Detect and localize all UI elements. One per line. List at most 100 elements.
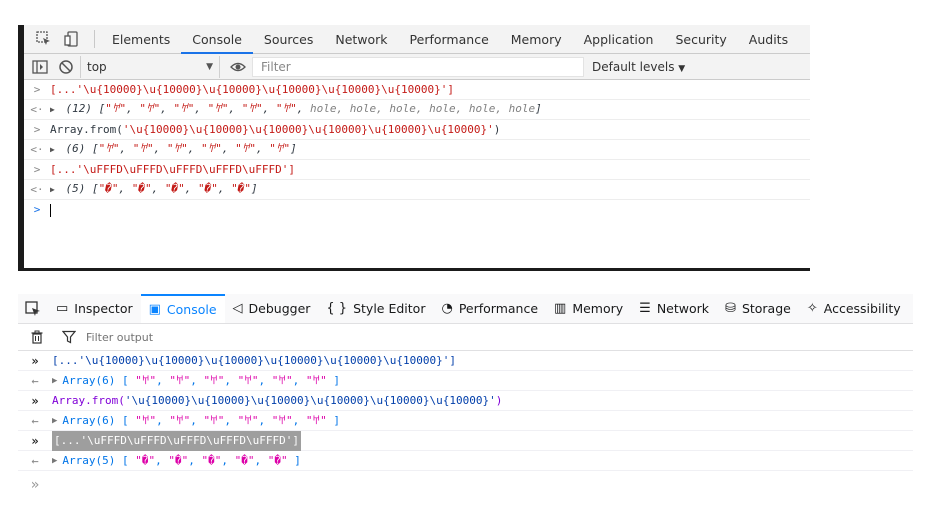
console-filter-input[interactable]: Filter [252, 56, 584, 77]
clear-console-icon[interactable] [58, 59, 74, 75]
array-label: Array(6) [62, 413, 116, 427]
expand-triangle-icon[interactable]: ▶ [50, 105, 55, 114]
bracket-open: [ [122, 373, 129, 387]
firefox-tab-accessibility[interactable]: ✧ Accessibility [799, 294, 909, 323]
chrome-tab-elements[interactable]: Elements [101, 25, 181, 54]
firefox-tab-debugger[interactable]: ◁ Debugger [225, 294, 319, 323]
console-command-text: '\u{10000}\u{10000}\u{10000}\u{10000}\u{… [124, 393, 496, 407]
array-item: "𐀀" [237, 373, 259, 387]
tab-label: Debugger [248, 301, 311, 316]
firefox-tab-bar: ▭ Inspector ▣ Console ◁ Debugger { } Style E… [18, 294, 913, 324]
console-command-text: [...'\u{10000}\u{10000}\u{10000}\u{10000… [50, 82, 454, 96]
array-item: "�" [231, 182, 251, 195]
chrome-console-toolbar: top ▼ Filter Default levels ▼ [24, 54, 810, 80]
toolbar-separator [94, 30, 95, 48]
firefox-tab-performance[interactable]: ◔ Performance [433, 294, 546, 323]
console-output-row[interactable]: <· ▶ (6) ["𐀀", "𐀀", "𐀀", "𐀀", "𐀀", "𐀀"] [24, 140, 810, 160]
array-label: Array(6) [62, 373, 116, 387]
array-item: "𐀀" [135, 413, 157, 427]
firefox-tab-console[interactable]: ▣ Console [140, 294, 225, 323]
expand-triangle-icon[interactable]: ▶ [50, 145, 55, 154]
performance-icon: ◔ [441, 301, 453, 316]
tab-label: Storage [741, 301, 791, 316]
filter-output-input[interactable]: Filter output [86, 331, 153, 344]
array-item: "𐀀" [132, 142, 154, 155]
array-length: (5) [65, 182, 86, 195]
array-length: (12) [65, 102, 92, 115]
memory-icon: ▥ [554, 301, 567, 316]
chrome-tab-sources[interactable]: Sources [253, 25, 324, 54]
tab-label: Style Editor [353, 301, 426, 316]
expand-triangle-icon[interactable]: ▶ [52, 371, 57, 391]
array-item: "𐀀" [305, 413, 327, 427]
console-output-row[interactable]: ← ▶ Array(6) [ "𐀀", "𐀀", "𐀀", "𐀀", "𐀀", … [18, 371, 913, 391]
console-command-text: '\u{10000}\u{10000}\u{10000}\u{10000}\u{… [122, 122, 494, 136]
input-chevron-icon: > [33, 122, 41, 136]
expand-triangle-icon[interactable]: ▶ [52, 451, 57, 471]
expand-triangle-icon[interactable]: ▶ [50, 185, 55, 194]
chrome-tab-security[interactable]: Security [664, 25, 737, 54]
chrome-tab-console[interactable]: Console [181, 25, 253, 54]
expand-triangle-icon[interactable]: ▶ [52, 411, 57, 431]
chrome-tab-memory[interactable]: Memory [500, 25, 573, 54]
context-selector-value: top [87, 59, 107, 74]
array-item: "�" [168, 453, 189, 467]
bracket-close: ] [535, 102, 542, 115]
chrome-tab-application[interactable]: Application [573, 25, 665, 54]
array-item: "𐀀" [269, 142, 291, 155]
sidebar-toggle-icon[interactable] [32, 59, 48, 75]
console-command-suffix: ) [495, 393, 503, 407]
firefox-tab-style-editor[interactable]: { } Style Editor [318, 294, 433, 323]
console-input-row: » [...'\u{10000}\u{10000}\u{10000}\u{100… [18, 351, 913, 371]
console-prompt-row[interactable]: » [18, 471, 913, 499]
trash-icon[interactable] [30, 330, 44, 344]
prompt-chevron-icon: » [30, 477, 40, 493]
array-item: "𐀀" [203, 413, 225, 427]
dropdown-arrow-icon: ▼ [206, 61, 213, 72]
filter-funnel-icon [62, 330, 76, 344]
bracket-close: ] [333, 373, 341, 387]
console-input-row: » Array.from('\u{10000}\u{10000}\u{10000… [18, 391, 913, 411]
console-output-row[interactable]: <· ▶ (5) ["�", "�", "�", "�", "�"] [24, 180, 810, 200]
array-item: "𐀀" [105, 102, 127, 115]
chrome-tab-bar: Elements Console Sources Network Perform… [24, 25, 810, 54]
firefox-console-messages: » [...'\u{10000}\u{10000}\u{10000}\u{100… [18, 351, 913, 499]
log-levels-label: Default levels [592, 59, 675, 74]
array-item: "�" [197, 182, 218, 195]
console-input-row: > Array.from('\u{10000}\u{10000}\u{10000… [24, 120, 810, 140]
console-icon: ▣ [148, 302, 161, 317]
console-command-text: [...'\u{10000}\u{10000}\u{10000}\u{10000… [52, 353, 456, 367]
firefox-tab-memory[interactable]: ▥ Memory [546, 294, 631, 323]
array-holes: hole, hole, hole, hole, hole, hole [309, 102, 536, 115]
context-selector[interactable]: top ▼ [80, 55, 220, 78]
array-item: "𐀀" [237, 413, 259, 427]
array-item: "𐀀" [275, 102, 297, 115]
array-item: "�" [267, 453, 288, 467]
device-toolbar-icon[interactable] [64, 31, 80, 47]
console-command-text: [...'\uFFFD\uFFFD\uFFFD\uFFFD\uFFFD'] [50, 162, 296, 176]
input-chevron-icon: > [33, 162, 41, 176]
element-picker-icon[interactable] [18, 294, 48, 323]
chrome-tab-audits[interactable]: Audits [738, 25, 799, 54]
selected-command-text[interactable]: [...'\uFFFD\uFFFD\uFFFD\uFFFD\uFFFD'] [52, 430, 302, 451]
input-chevron-icon: » [31, 433, 39, 448]
array-length: (6) [65, 142, 86, 155]
console-input-row: » [...'\uFFFD\uFFFD\uFFFD\uFFFD\uFFFD'] [18, 430, 913, 451]
console-output-row[interactable]: ← ▶ Array(6) [ "𐀀", "𐀀", "𐀀", "𐀀", "𐀀", … [18, 411, 913, 431]
live-expression-eye-icon[interactable] [230, 59, 246, 75]
log-levels-dropdown[interactable]: Default levels ▼ [592, 60, 685, 74]
firefox-tab-storage[interactable]: ⛁ Storage [717, 294, 799, 323]
console-prompt-row[interactable]: > [24, 200, 810, 220]
console-output-row[interactable]: <· ▶ (12) ["𐀀", "𐀀", "𐀀", "𐀀", "𐀀", "𐀀",… [24, 100, 810, 120]
firefox-tab-network[interactable]: ☰ Network [631, 294, 717, 323]
inspect-element-icon[interactable] [36, 31, 52, 47]
console-output-row[interactable]: ← ▶ Array(5) [ "�", "�", "�", "�", "�" ] [18, 451, 913, 471]
style-editor-icon: { } [326, 301, 348, 316]
array-item: "�" [201, 453, 222, 467]
chrome-tab-performance[interactable]: Performance [399, 25, 500, 54]
chrome-tab-network[interactable]: Network [324, 25, 398, 54]
bracket-close: ] [290, 142, 297, 155]
firefox-tab-inspector[interactable]: ▭ Inspector [48, 294, 141, 323]
array-item: "𐀀" [169, 373, 191, 387]
array-item: "�" [234, 453, 255, 467]
